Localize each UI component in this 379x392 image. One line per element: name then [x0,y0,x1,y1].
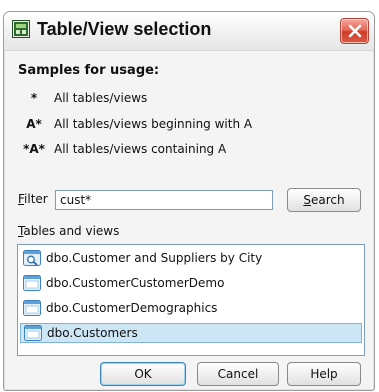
list-item-selected[interactable]: dbo.Customers [20,323,362,343]
list-item[interactable]: dbo.CustomerCustomerDemo [20,273,362,293]
search-button-label: earch [311,193,345,207]
filter-input[interactable] [55,190,273,210]
view-icon [23,250,41,266]
sample-description: All tables/views [54,91,148,105]
sample-description: All tables/views containing A [54,142,227,156]
tables-label-text: ables and views [23,224,120,238]
search-button[interactable]: Search [287,188,361,212]
app-icon [12,20,30,38]
filter-label: Filter [18,192,48,206]
sample-description: All tables/views beginning with A [54,117,253,131]
title-bar[interactable]: Table/View selection [4,12,374,51]
table-icon [24,325,42,341]
table-view-selection-dialog: Table/View selection Samples for usage: … [3,11,375,391]
list-item[interactable]: dbo.CustomerDemographics [20,298,362,318]
table-icon [23,300,41,316]
tables-and-views-label: Tables and views [18,224,119,238]
tables-and-views-list[interactable]: dbo.Customer and Suppliers by City dbo.C… [17,244,365,356]
close-button[interactable] [340,18,369,44]
cancel-button[interactable]: Cancel [197,362,279,386]
sample-pattern: A* [26,117,42,131]
search-button-mnemonic: S [303,193,311,207]
sample-pattern: *A* [23,142,45,156]
help-button[interactable]: Help [287,362,361,386]
table-icon [23,275,41,291]
ok-button[interactable]: OK [100,362,186,386]
filter-label-text: ilter [24,192,48,206]
list-item-label: dbo.CustomerDemographics [46,301,218,315]
samples-heading: Samples for usage: [18,63,160,78]
list-item-label: dbo.Customers [47,326,138,340]
list-item[interactable]: dbo.Customer and Suppliers by City [20,248,362,268]
list-item-label: dbo.Customer and Suppliers by City [46,251,263,265]
sample-pattern: * [30,91,38,105]
window-title: Table/View selection [37,19,212,39]
close-icon [348,24,361,38]
list-item-label: dbo.CustomerCustomerDemo [46,276,225,290]
